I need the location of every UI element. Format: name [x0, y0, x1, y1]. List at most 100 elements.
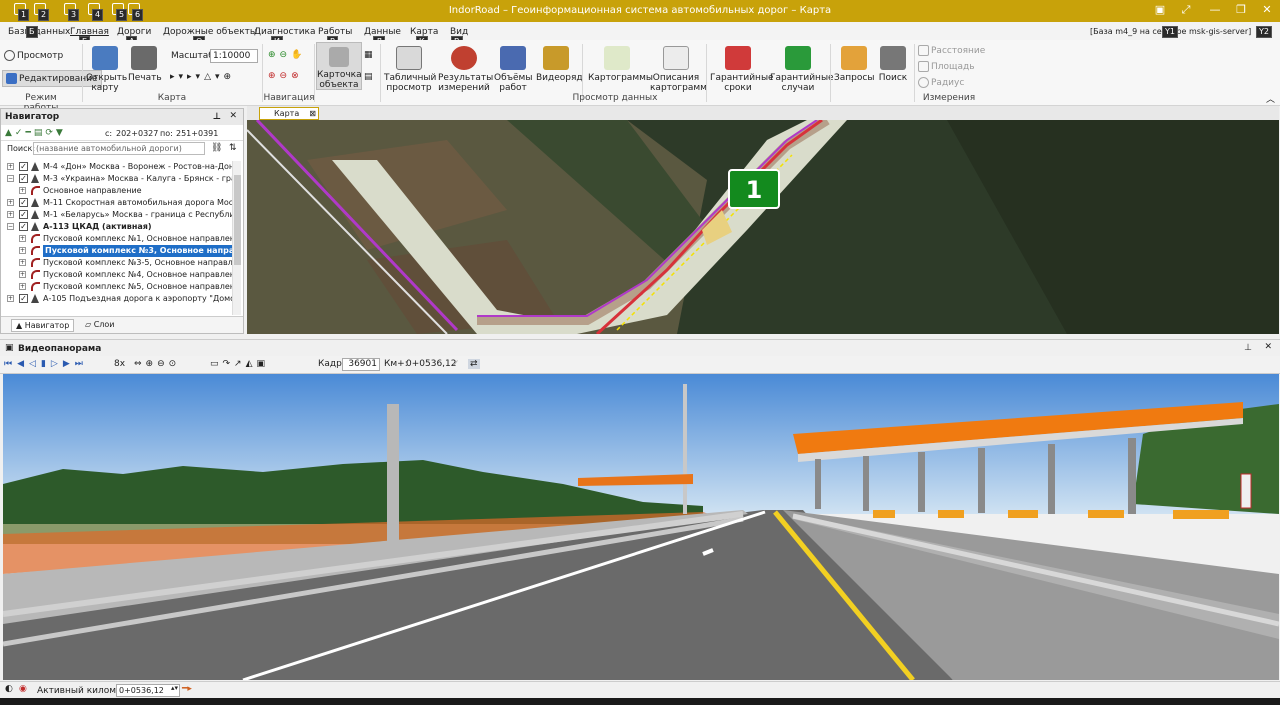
- menu-databases[interactable]: Базы данных: [8, 27, 70, 37]
- cartograms-button[interactable]: Картограммы: [588, 46, 653, 83]
- ribbon-toggle-icon[interactable]: ▣: [1151, 3, 1169, 19]
- warranty-cases-button[interactable]: Гарантийные случаи: [770, 46, 834, 93]
- map-view[interactable]: 1: [247, 120, 1279, 334]
- expand-toggle[interactable]: +: [19, 235, 26, 242]
- road-search-input[interactable]: (название автомобильной дороги): [33, 142, 205, 155]
- tree-row[interactable]: + ✓ М-4 «Дон» Москва - Воронеж - Ростов-на…: [1, 161, 233, 173]
- playback-controls-icons[interactable]: ⏮◀◁▮▷▶⏭: [4, 359, 88, 369]
- cartogram-desc-button[interactable]: Описания картограмм: [650, 46, 707, 93]
- map-tools-icons[interactable]: ▸▾▸▾△▾⊕: [170, 72, 235, 82]
- expand-toggle[interactable]: −: [7, 223, 14, 230]
- zoom-tools-icons[interactable]: ⊕⊖✋: [268, 50, 306, 60]
- expand-toggle[interactable]: +: [7, 211, 14, 218]
- fullscreen-icon[interactable]: ⤢: [1177, 3, 1195, 19]
- expand-toggle[interactable]: +: [19, 187, 26, 194]
- expand-toggle[interactable]: +: [7, 295, 14, 302]
- road-checkbox[interactable]: ✓: [19, 210, 28, 219]
- tree-row[interactable]: + ✓ А-105 Подъездная дорога к аэропорту "Д…: [1, 293, 233, 305]
- tree-row[interactable]: + Пусковой комплекс №1, Основное направле…: [1, 233, 233, 245]
- scroll-thumb[interactable]: [234, 175, 241, 265]
- minimize-button[interactable]: —: [1206, 3, 1224, 19]
- open-map-button[interactable]: Открыть карту: [86, 46, 127, 93]
- sync-icon[interactable]: ⇄: [468, 359, 480, 369]
- close-navigator-icon[interactable]: ✕: [229, 111, 237, 121]
- frame-input[interactable]: 36901: [342, 358, 380, 371]
- navigator-tool-icons[interactable]: ▲✓━▤⟳▼: [5, 128, 66, 138]
- card-small-icon[interactable]: ▦: [364, 50, 373, 60]
- menu-diagnostics[interactable]: Диагностика: [254, 27, 316, 37]
- separator: [914, 44, 915, 102]
- table-view-button[interactable]: Табличный просмотр: [384, 46, 436, 93]
- distance-button[interactable]: Расстояние: [918, 45, 985, 56]
- collapse-ribbon-icon[interactable]: ︿: [1266, 92, 1275, 105]
- volumes-button[interactable]: Объёмы работ: [494, 46, 532, 93]
- expand-toggle[interactable]: +: [7, 163, 14, 170]
- tree-row[interactable]: + ✓ М-11 Скоростная автомобильная дорога М…: [1, 197, 233, 209]
- tree-row[interactable]: − ✓ А-113 ЦКАД (активная): [1, 221, 233, 233]
- warranty-terms-button[interactable]: Гарантийные сроки: [710, 46, 774, 93]
- from-value[interactable]: 202+0327: [116, 129, 158, 138]
- km-spinner-icon[interactable]: ▴▾: [171, 684, 178, 692]
- road-checkbox[interactable]: ✓: [19, 222, 28, 231]
- tree-row[interactable]: + Основное направление: [1, 185, 233, 197]
- status-marker-icon[interactable]: ◉: [19, 684, 27, 694]
- tab-navigator[interactable]: ▲ Навигатор: [11, 319, 75, 332]
- find-icon[interactable]: ⛓: [211, 143, 222, 153]
- status-tool-icon[interactable]: ◐: [5, 684, 13, 694]
- print-button[interactable]: Печать: [128, 46, 162, 83]
- expand-toggle[interactable]: +: [19, 247, 26, 254]
- grid-small-icon[interactable]: ▤: [364, 72, 373, 82]
- road-checkbox[interactable]: ✓: [19, 294, 28, 303]
- pin-video-icon[interactable]: ⊥: [1244, 343, 1252, 353]
- tree-row[interactable]: + ✓ М-1 «Беларусь» Москва - граница с Респ…: [1, 209, 233, 221]
- expand-toggle[interactable]: +: [7, 199, 14, 206]
- sort-icon[interactable]: ⇅: [229, 143, 237, 153]
- area-button[interactable]: Площадь: [918, 61, 975, 72]
- tab-layers[interactable]: ▱ Слои: [81, 319, 119, 330]
- km-ruler-icon[interactable]: ━▸: [182, 684, 192, 694]
- tree-row[interactable]: + Пусковой комплекс №3-5, Основное направ…: [1, 257, 233, 269]
- pin-icon[interactable]: ⊥: [213, 112, 221, 122]
- road-checkbox[interactable]: ✓: [19, 162, 28, 171]
- tree-row[interactable]: + Пусковой комплекс №4, Основное направле…: [1, 269, 233, 281]
- radius-button[interactable]: Радиус: [918, 77, 964, 88]
- expand-toggle[interactable]: −: [7, 175, 14, 182]
- menu-road-objects[interactable]: Дорожные объекты: [163, 27, 257, 37]
- search-button[interactable]: Поиск: [876, 46, 910, 83]
- expand-toggle[interactable]: +: [19, 271, 26, 278]
- nav-tools-icons[interactable]: ⊕⊖⊗: [268, 71, 303, 81]
- tab-map[interactable]: Карта ⊠: [259, 107, 319, 120]
- tab-layers-label: Слои: [93, 320, 115, 329]
- zoom-video-icons[interactable]: ⇔⊕⊖⊙: [134, 359, 180, 369]
- close-video-icon[interactable]: ✕: [1264, 342, 1272, 352]
- apply-icon[interactable]: ✓: [452, 359, 460, 369]
- tree-scrollbar[interactable]: [232, 161, 241, 315]
- queries-button[interactable]: Запросы: [834, 46, 874, 83]
- video-tool-icons[interactable]: ▭↷↗◭▣: [210, 359, 269, 369]
- map-canvas[interactable]: 1: [247, 120, 1279, 334]
- tree-row[interactable]: + Пусковой комплекс №3, Основное направле…: [1, 245, 233, 257]
- close-button[interactable]: ✕: [1258, 3, 1276, 19]
- queries-label: Запросы: [834, 73, 875, 83]
- close-map-tab-icon[interactable]: ⊠: [309, 108, 316, 119]
- view-mode-button[interactable]: Просмотр: [4, 50, 63, 61]
- videoroad-button[interactable]: Видеоряд: [536, 46, 583, 83]
- scale-select[interactable]: 1:10000: [210, 49, 258, 63]
- segment-icon: [31, 282, 40, 291]
- object-card-button[interactable]: Карточка объекта: [316, 42, 362, 90]
- maximize-button[interactable]: ❐: [1232, 3, 1250, 19]
- tree-row[interactable]: + Пусковой комплекс №5, Основное направле…: [1, 281, 233, 293]
- expand-toggle[interactable]: +: [19, 259, 26, 266]
- video-frame[interactable]: [3, 374, 1279, 680]
- speed-select[interactable]: 8x: [114, 359, 125, 369]
- taskbar: [0, 698, 1280, 705]
- km-value[interactable]: 0+0536,12: [406, 359, 456, 369]
- road-checkbox[interactable]: ✓: [19, 198, 28, 207]
- tree-row[interactable]: − ✓ М-3 «Украина» Москва - Калуга - Брянск…: [1, 173, 233, 185]
- road-checkbox[interactable]: ✓: [19, 174, 28, 183]
- expand-toggle[interactable]: +: [19, 283, 26, 290]
- group-data-view: Просмотр данных: [572, 93, 658, 103]
- film-icon: [543, 46, 569, 70]
- measure-results-button[interactable]: Результаты измерений: [438, 46, 493, 93]
- to-value[interactable]: 251+0391: [176, 129, 218, 138]
